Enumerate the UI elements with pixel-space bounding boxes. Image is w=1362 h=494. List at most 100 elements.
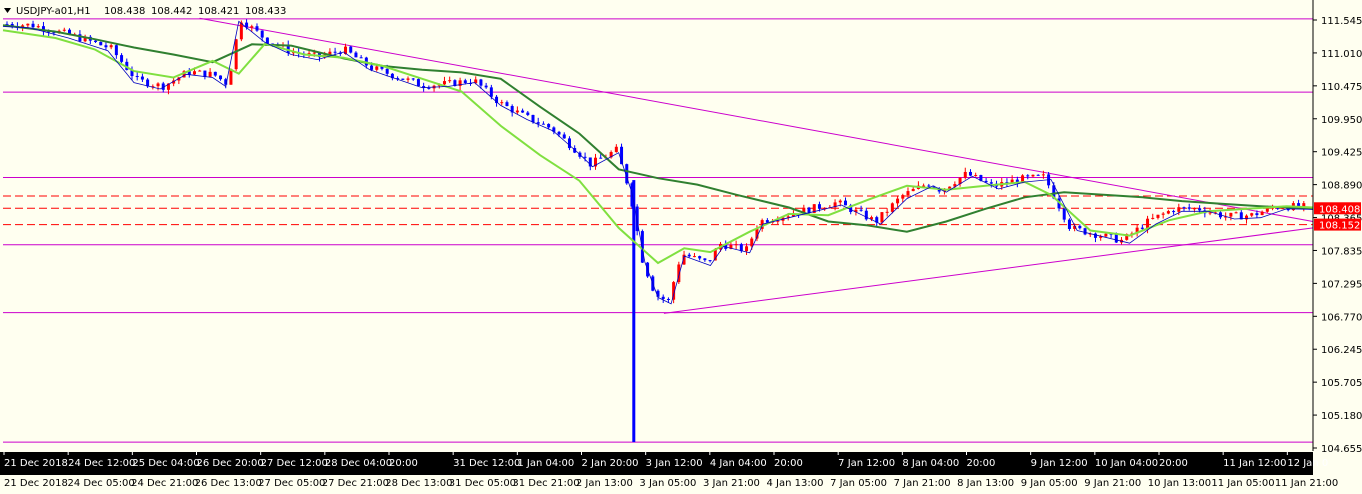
price-chart[interactable]: 111.545 111.010 110.475 109.950 109.425 108.8…	[0, 0, 1362, 494]
candle-body	[349, 46, 353, 53]
candle-body	[198, 70, 202, 72]
candle-body	[515, 110, 519, 113]
candle-body	[448, 80, 452, 82]
candle-body	[911, 189, 915, 192]
time-tick-label-lower: 27 Dec 21:00	[322, 478, 389, 489]
symbol-title: USDJPY-a01,H1	[16, 6, 91, 17]
candle-body	[250, 26, 254, 28]
candle-body	[536, 122, 540, 124]
candle-body	[859, 209, 863, 211]
candle-body	[1229, 212, 1233, 217]
candle-body	[745, 246, 749, 252]
time-tick-label: 4 Jan 04:00	[710, 458, 767, 469]
candle-body	[531, 114, 535, 123]
price-tick-label: 109.425	[1321, 148, 1362, 159]
candle-body	[156, 83, 160, 87]
time-tick-label-lower: 4 Jan 13:00	[767, 478, 824, 489]
time-tick-label-lower: 3 Jan 21:00	[703, 478, 760, 489]
candle-body	[557, 131, 561, 135]
candle-body	[208, 71, 212, 77]
candle-body	[521, 110, 525, 113]
candle-body	[26, 23, 30, 26]
time-tick-label-lower: 28 Dec 13:00	[385, 478, 452, 489]
candle-body	[427, 87, 431, 89]
candle-body	[734, 244, 738, 246]
candle-body	[687, 254, 691, 257]
candle-body	[370, 65, 374, 70]
candle-body	[406, 78, 410, 80]
candle-body	[479, 79, 483, 86]
candle-body	[1093, 233, 1097, 238]
candle-body	[135, 76, 139, 78]
time-tick-label: 12 Jan 0	[1287, 458, 1328, 469]
time-tick-label: 21 Dec 2018	[4, 458, 68, 469]
candle-body	[963, 171, 967, 178]
candle-body	[484, 85, 488, 88]
candle-body	[890, 203, 894, 212]
candle-body	[583, 156, 587, 158]
time-tick-label-lower: 21 Dec 2018	[4, 478, 68, 489]
price-label-0: 108.408	[1319, 204, 1360, 215]
price-tick-label: 111.545	[1321, 16, 1362, 27]
candle-body	[1083, 228, 1087, 235]
candle-body	[1041, 174, 1045, 176]
candle-body	[120, 55, 124, 62]
time-tick-label-lower: 7 Jan 05:00	[830, 478, 887, 489]
candle-body	[562, 134, 566, 139]
candle-body	[843, 200, 847, 206]
ohlc-close: 108.433	[245, 6, 286, 17]
candle-body	[442, 81, 446, 85]
time-tick-label: 27 Dec 12:00	[261, 458, 328, 469]
time-tick-label: 11 Jan 12:00	[1223, 458, 1286, 469]
candle-body	[1187, 207, 1191, 209]
candle-body	[692, 256, 696, 258]
candle-body	[901, 195, 905, 199]
time-tick-label: 10 Jan 04:00	[1095, 458, 1158, 469]
candle-body	[974, 175, 978, 177]
candle-body	[234, 39, 238, 70]
chart-root: 111.545 111.010 110.475 109.950 109.425 108.8…	[0, 0, 1362, 494]
candle-body	[36, 26, 40, 28]
candle-body	[708, 260, 712, 262]
candle-body	[411, 78, 415, 80]
candle-body	[1067, 219, 1071, 229]
time-tick-label: 25 Dec 04:00	[132, 458, 199, 469]
candle-body	[989, 182, 993, 184]
time-tick-label: 20:00	[774, 458, 803, 469]
time-tick-label-lower: 31 Dec 21:00	[512, 478, 579, 489]
candle-body	[94, 40, 98, 43]
candle-body	[1281, 208, 1285, 210]
candle-body	[1114, 234, 1118, 243]
candle-body	[354, 52, 358, 58]
candle-body	[192, 71, 196, 75]
candle-body	[239, 22, 243, 40]
candle-body	[1031, 174, 1035, 177]
candle-body	[1156, 214, 1160, 218]
candle-body	[385, 68, 389, 74]
time-tick-label-lower: 3 Jan 05:00	[639, 478, 696, 489]
candle-body	[896, 198, 900, 204]
time-tick-label: 26 Dec 20:00	[197, 458, 264, 469]
candle-body	[1260, 211, 1264, 216]
candle-body	[1182, 207, 1186, 209]
time-tick-label: 9 Jan 12:00	[1031, 458, 1088, 469]
candle-body	[1166, 211, 1170, 214]
candle-body	[927, 185, 931, 187]
time-tick-label-lower: 31 Dec 05:00	[449, 478, 516, 489]
candle-body	[1177, 207, 1181, 212]
time-tick-label-lower: 7 Jan 21:00	[894, 478, 951, 489]
candle-body	[489, 87, 493, 97]
candle-body	[1192, 208, 1196, 210]
candle-body	[1151, 217, 1155, 219]
time-tick-label: 2 Jan 20:00	[582, 458, 639, 469]
candle-body	[1161, 213, 1165, 215]
candle-body	[547, 123, 551, 128]
price-tick-label: 110.475	[1321, 82, 1362, 93]
candle-body	[698, 256, 702, 259]
candle-body	[62, 29, 66, 31]
price-tick-label: 105.180	[1321, 411, 1362, 422]
candle-body	[104, 45, 108, 48]
time-tick-label-lower: 24 Dec 05:00	[68, 478, 135, 489]
price-tick-label: 108.890	[1321, 181, 1362, 192]
candle-body	[203, 70, 207, 77]
